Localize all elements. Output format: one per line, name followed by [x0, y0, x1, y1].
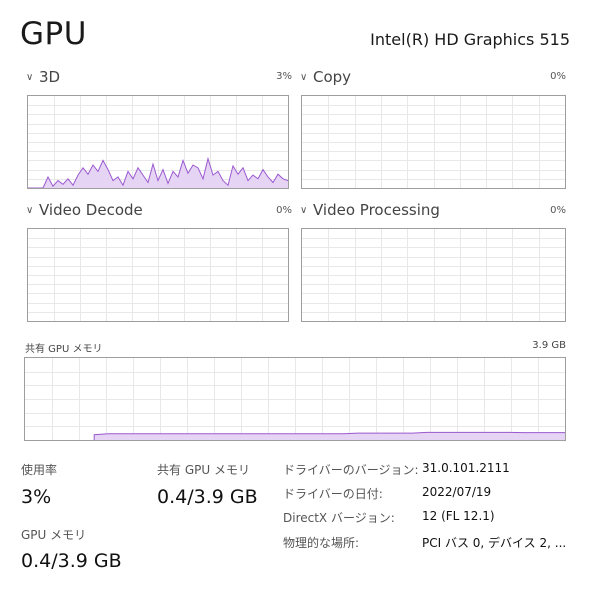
gpu-memory-value: 0.4/3.9 GB [21, 550, 122, 572]
engine-graph-copy [301, 95, 566, 189]
utilization-label: 使用率 [21, 463, 58, 477]
engine-percent-copy: 0% [550, 71, 566, 82]
shared-memory-label: 共有 GPU メモリ [157, 463, 250, 477]
chevron-down-icon: ∨ [300, 205, 308, 216]
engine-percent-video-decode: 0% [276, 205, 292, 216]
engine-label-3d: 3D [39, 68, 61, 86]
driver-version-value: 31.0.101.2111 [422, 461, 510, 475]
shared-memory-value: 0.4/3.9 GB [157, 486, 258, 508]
engine-label-video-processing: Video Processing [313, 201, 440, 219]
engine-percent-3d: 3% [276, 71, 292, 82]
chevron-down-icon: ∨ [26, 72, 34, 83]
gpu-memory-label: GPU メモリ [21, 528, 87, 542]
driver-date-label: ドライバーの日付: [283, 487, 383, 501]
shared-memory-chart-max: 3.9 GB [532, 340, 566, 351]
engine-graph-video-processing-svg [302, 229, 565, 321]
engine-selector-video-decode[interactable]: ∨ Video Decode [26, 201, 143, 219]
engine-graph-video-decode [27, 228, 289, 322]
shared-memory-chart-label: 共有 GPU メモリ [25, 344, 103, 355]
engine-selector-3d[interactable]: ∨ 3D [26, 68, 60, 86]
engine-graph-3d-svg [28, 96, 288, 188]
engine-graph-3d [27, 95, 289, 189]
engine-graph-video-processing [301, 228, 566, 322]
engine-percent-video-processing: 0% [550, 205, 566, 216]
page-title: GPU [20, 16, 87, 52]
shared-memory-graph-svg [25, 358, 565, 440]
engine-graph-video-decode-svg [28, 229, 288, 321]
engine-selector-video-processing[interactable]: ∨ Video Processing [300, 201, 440, 219]
directx-version-label: DirectX バージョン: [283, 511, 395, 525]
engine-graph-copy-svg [302, 96, 565, 188]
engine-label-video-decode: Video Decode [39, 201, 143, 219]
driver-date-value: 2022/07/19 [422, 485, 492, 499]
physical-location-label: 物理的な場所: [283, 536, 360, 550]
driver-version-label: ドライバーのバージョン: [283, 463, 419, 477]
shared-memory-graph [24, 357, 566, 441]
physical-location-value: PCI バス 0, デバイス 2, ... [422, 536, 567, 550]
engine-label-copy: Copy [313, 68, 352, 86]
engine-selector-copy[interactable]: ∨ Copy [300, 68, 351, 86]
directx-version-value: 12 (FL 12.1) [422, 509, 495, 523]
chevron-down-icon: ∨ [300, 72, 308, 83]
utilization-value: 3% [21, 486, 52, 508]
chevron-down-icon: ∨ [26, 205, 34, 216]
adapter-name: Intel(R) HD Graphics 515 [370, 30, 570, 49]
